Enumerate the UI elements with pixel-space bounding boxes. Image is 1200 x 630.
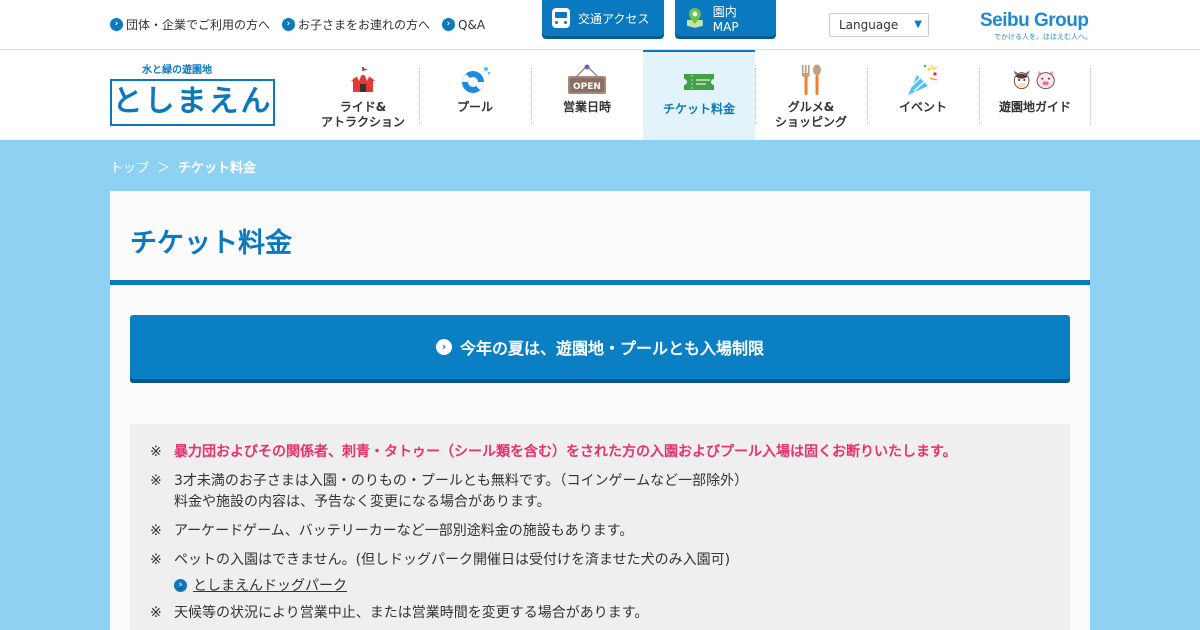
- train-icon: [552, 8, 570, 28]
- children-link-label: お子さまをお連れの方へ: [298, 18, 431, 32]
- nav-gourmet[interactable]: グルメ& ショッピング: [755, 50, 867, 140]
- admission-limit-notice-button[interactable]: › 今年の夏は、遊園地・プールとも入場制限: [130, 315, 1070, 379]
- note-item: ※ 暴力団およびその関係者、刺青・タトゥー（シール類を含む）をされた方の入園およ…: [150, 442, 1050, 463]
- chevron-right-icon: ›: [110, 18, 123, 31]
- qa-link[interactable]: › Q&A: [442, 16, 485, 33]
- notes-box: ※ 暴力団およびその関係者、刺青・タトゥー（シール類を含む）をされた方の入園およ…: [130, 424, 1070, 630]
- language-select[interactable]: Language ▼: [829, 13, 929, 37]
- note-mark: ※: [150, 444, 162, 460]
- breadcrumb-current: チケット料金: [178, 161, 257, 176]
- note-mark: ※: [150, 473, 162, 489]
- children-link[interactable]: › お子さまをお連れの方へ: [282, 16, 430, 33]
- nav-guide[interactable]: 遊園地ガイド: [979, 50, 1091, 140]
- note-text: 3才未満のお子さまは入園・のりもの・プールとも無料です。（コインゲームなど一部除…: [174, 473, 749, 510]
- notice-button-label: 今年の夏は、遊園地・プールとも入場制限: [459, 339, 764, 358]
- breadcrumb-home[interactable]: トップ: [110, 157, 149, 176]
- park-map-button[interactable]: 園内MAP: [675, 0, 776, 36]
- global-nav: 水と緑の遊園地 としまえん ライド& アトラクション プール OPEN 営業日時: [0, 50, 1200, 140]
- chevron-right-icon: ›: [435, 339, 452, 355]
- nav-events[interactable]: イベント: [867, 50, 979, 140]
- note-text: 天候等の状況により営業中止、または営業時間を変更する場合があります。: [174, 605, 649, 621]
- map-pin-icon: [686, 8, 703, 28]
- groups-link-label: 団体・企業でご利用の方へ: [126, 18, 271, 32]
- note-mark: ※: [150, 523, 162, 539]
- nav-gourmet-label: グルメ& ショッピング: [774, 100, 847, 129]
- nav-rides-label: ライド& アトラクション: [320, 100, 405, 129]
- qa-link-label: Q&A: [458, 17, 486, 32]
- swim-ring-icon: [453, 64, 497, 96]
- breadcrumb-separator: ＞: [157, 161, 171, 176]
- utility-bar: › 団体・企業でご利用の方へ › お子さまをお連れの方へ › Q&A 交通アクセ…: [0, 0, 1200, 50]
- seibu-group-name: Seibu Group: [980, 10, 1089, 31]
- nav-tickets[interactable]: チケット料金: [643, 50, 755, 140]
- seibu-group-tagline: でかける人を、ほほえむ人へ。: [994, 33, 1092, 41]
- note-item: ※ 3才未満のお子さまは入園・のりもの・プールとも無料です。（コインゲームなど一…: [150, 471, 1050, 513]
- logo-tagline: 水と緑の遊園地: [142, 65, 212, 76]
- utility-links: › 団体・企業でご利用の方へ › お子さまをお連れの方へ › Q&A: [110, 16, 485, 33]
- party-popper-icon: [901, 64, 945, 96]
- mascot-icon: [1013, 64, 1057, 96]
- svg-text:OPEN: OPEN: [573, 82, 601, 92]
- note-item: ※ アーケードゲーム、バッテリーカーなど一部別途料金の施設もあります。: [150, 521, 1050, 542]
- content-panel: チケット料金 › 今年の夏は、遊園地・プールとも入場制限 ※ 暴力団およびその関…: [110, 191, 1090, 630]
- open-sign-icon: OPEN: [565, 64, 609, 96]
- page-title: チケット料金: [130, 228, 292, 259]
- park-map-button-label: 園内MAP: [712, 4, 739, 34]
- nav-events-label: イベント: [898, 100, 947, 114]
- logo-wordmark: としまえん: [110, 79, 275, 126]
- chevron-right-icon: ›: [282, 18, 296, 31]
- main-menu: ライド& アトラクション プール OPEN 営業日時 チケット料金 グルメ& シ…: [307, 50, 1091, 140]
- note-mark: ※: [150, 552, 162, 568]
- nav-pool-label: プール: [456, 100, 493, 114]
- nav-hours-label: 営業日時: [562, 100, 611, 114]
- nav-pool[interactable]: プール: [419, 50, 531, 140]
- nav-rides[interactable]: ライド& アトラクション: [307, 50, 419, 140]
- chevron-right-icon: ›: [442, 18, 456, 31]
- circus-tent-icon: [341, 64, 385, 96]
- breadcrumb: トップ ＞ チケット料金: [110, 157, 256, 176]
- title-divider: [110, 280, 1090, 285]
- note-text: アーケードゲーム、バッテリーカーなど一部別途料金の施設もあります。: [174, 523, 634, 539]
- note-item: ※ ペットの入園はできません。(但しドッグパーク開催日は受付けを済ませた犬のみ入…: [150, 550, 1050, 571]
- fork-spoon-icon: [789, 64, 833, 96]
- language-select-label: Language: [839, 18, 899, 32]
- note-text: 暴力団およびその関係者、刺青・タトゥー（シール類を含む）をされた方の入園およびプ…: [174, 444, 957, 460]
- note-text: ペットの入園はできません。(但しドッグパーク開催日は受付けを済ませた犬のみ入園可…: [174, 552, 731, 568]
- seibu-group-logo[interactable]: Seibu Group でかける人を、ほほえむ人へ。: [980, 10, 1092, 42]
- ticket-icon: [677, 66, 721, 98]
- dogpark-link-label: としまえんドッグパーク: [193, 578, 347, 594]
- chevron-right-icon: ›: [174, 578, 187, 592]
- nav-hours[interactable]: OPEN 営業日時: [531, 50, 643, 140]
- toshimaen-logo[interactable]: 水と緑の遊園地 としまえん: [110, 64, 275, 126]
- access-button-label: 交通アクセス: [578, 11, 650, 26]
- groups-link[interactable]: › 団体・企業でご利用の方へ: [110, 16, 270, 33]
- dogpark-link[interactable]: › としまえんドッグパーク: [174, 575, 1050, 595]
- access-button[interactable]: 交通アクセス: [542, 0, 664, 36]
- note-item: ※ 天候等の状況により営業中止、または営業時間を変更する場合があります。: [150, 603, 1050, 624]
- note-mark: ※: [150, 605, 162, 621]
- nav-tickets-label: チケット料金: [662, 102, 735, 116]
- caret-down-icon: ▼: [914, 19, 922, 30]
- nav-guide-label: 遊園地ガイド: [998, 100, 1071, 114]
